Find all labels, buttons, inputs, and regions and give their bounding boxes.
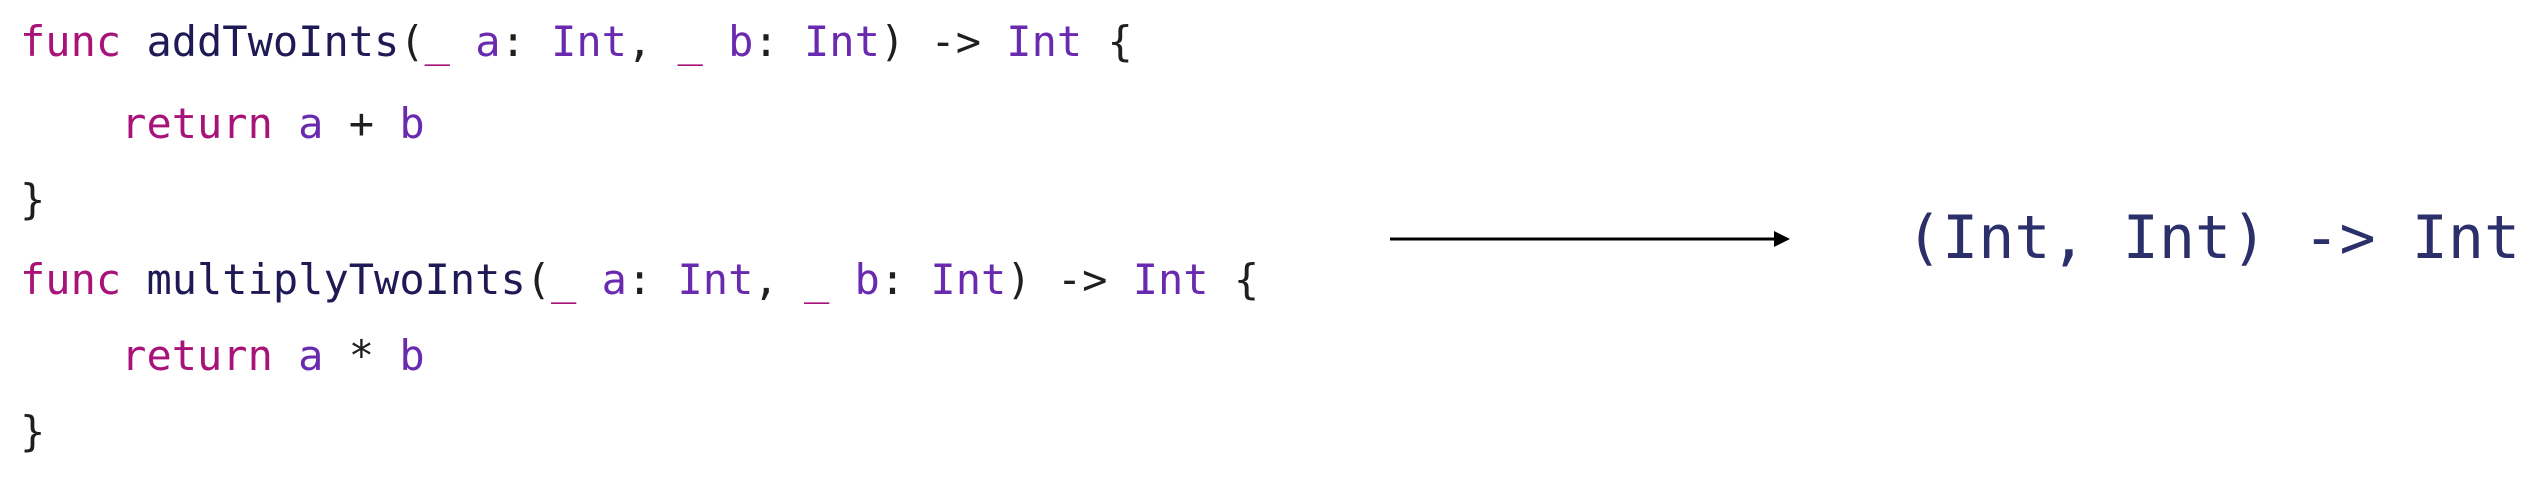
result-type: (Int, Int) -> Int xyxy=(1906,203,2521,273)
arrow-icon xyxy=(1390,231,1790,247)
code-token-punct: * xyxy=(323,331,400,380)
code-line: return a + b xyxy=(20,94,425,154)
code-line: func multiplyTwoInts(_ a: Int, _ b: Int)… xyxy=(20,250,1259,310)
code-token-punct: ) -> xyxy=(1006,255,1133,304)
code-token-ident: b xyxy=(728,17,754,66)
code-token-kw: _ xyxy=(424,17,450,66)
code-token-punct xyxy=(273,99,298,148)
code-token-punct xyxy=(829,255,854,304)
code-token-brace: } xyxy=(20,175,46,224)
code-token-ident: b xyxy=(854,255,880,304)
code-line: } xyxy=(20,402,45,462)
code-line: func addTwoInts(_ a: Int, _ b: Int) -> I… xyxy=(20,12,1133,72)
code-token-kw: _ xyxy=(803,255,830,304)
code-token-kw: return xyxy=(121,99,273,148)
code-token-kw: func xyxy=(20,17,122,66)
code-token-punct: : xyxy=(500,17,552,66)
code-token-ident: a xyxy=(298,331,324,380)
code-token-punct xyxy=(121,17,146,66)
code-token-punct: { xyxy=(1208,255,1260,304)
code-token-punct: , xyxy=(753,255,804,304)
code-token-name: addTwoInts xyxy=(146,17,400,66)
code-line: } xyxy=(20,170,45,230)
code-token-type: Int xyxy=(677,255,754,304)
code-token-punct: : xyxy=(879,255,931,304)
code-token-ident: a xyxy=(298,99,324,148)
code-token-kw: _ xyxy=(551,255,577,304)
code-token-type: Int xyxy=(1132,255,1209,304)
code-token-punct: ( xyxy=(399,17,425,66)
code-token-kw: _ xyxy=(677,17,703,66)
code-token-type: Int xyxy=(551,17,627,66)
code-token-punct: { xyxy=(1082,17,1133,66)
code-token-punct: , xyxy=(626,17,678,66)
code-token-punct xyxy=(576,255,601,304)
code-token-type: Int xyxy=(930,255,1007,304)
code-token-type: Int xyxy=(1006,17,1083,66)
code-token-punct: ( xyxy=(525,255,552,304)
code-token-punct xyxy=(703,17,728,66)
code-token-brace: } xyxy=(20,407,46,456)
code-token-name: multiplyTwoInts xyxy=(146,255,526,304)
code-token-ident: a xyxy=(601,255,627,304)
code-token-punct: + xyxy=(323,99,400,148)
code-token-punct: : xyxy=(626,255,678,304)
code-token-punct: : xyxy=(753,17,804,66)
code-token-kw: func xyxy=(20,255,122,304)
code-token-ident: b xyxy=(399,331,425,380)
arrow xyxy=(1390,222,1790,256)
code-token-punct xyxy=(121,255,146,304)
code-token-punct xyxy=(450,17,475,66)
code-token-kw: return xyxy=(121,331,273,380)
code-token-ident: b xyxy=(399,99,425,148)
code-line: return a * b xyxy=(20,326,425,386)
code-token-type: Int xyxy=(804,17,880,66)
code-token-punct: ) -> xyxy=(879,17,1007,66)
code-token-punct xyxy=(273,331,298,380)
code-token-ident: a xyxy=(475,17,501,66)
